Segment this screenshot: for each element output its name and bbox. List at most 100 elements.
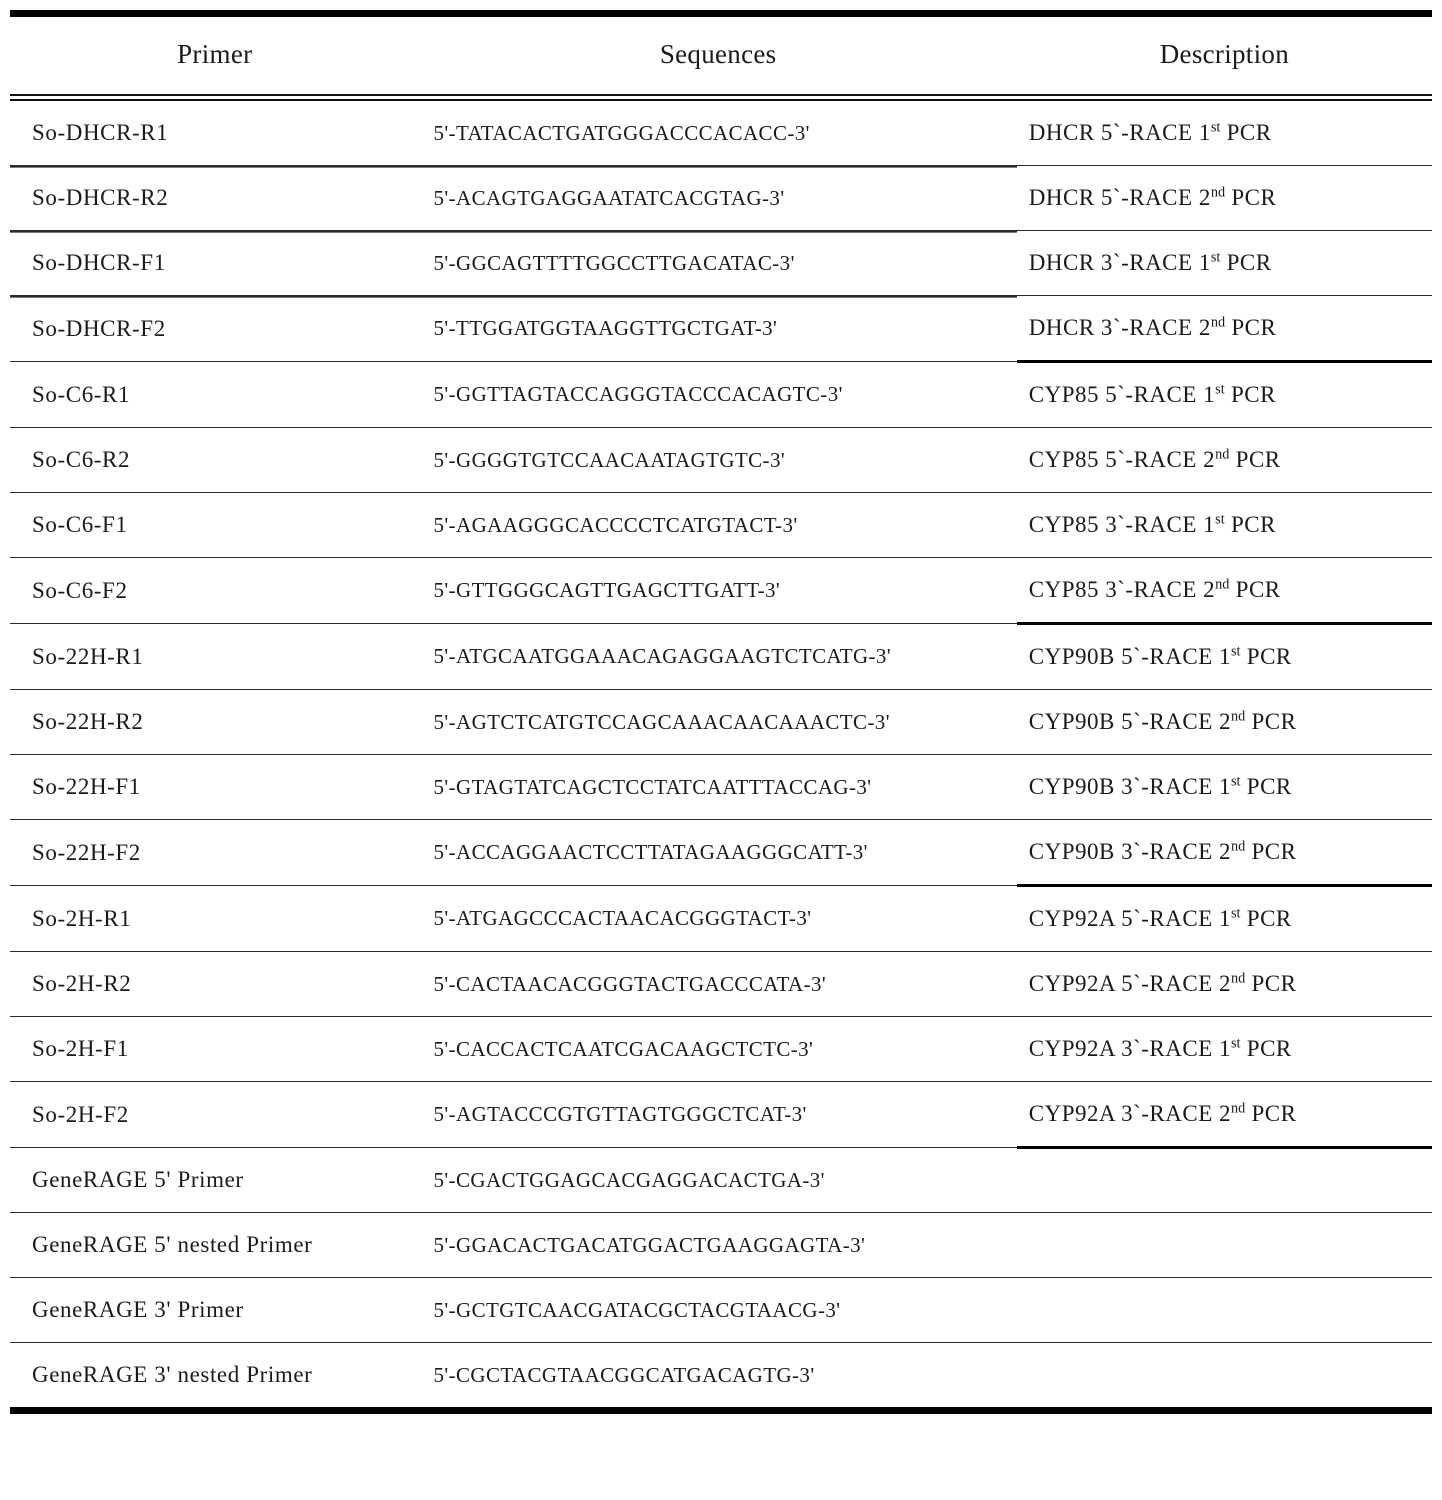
description-main: CYP85 3`-RACE 2 (1028, 577, 1216, 602)
table-row: So-DHCR-F2 5'-TTGGATGGTAAGGTTGCTGAT-3' DHC… (10, 295, 1432, 362)
sequence-cell: 5'-CGCTACGTAACGGCATGACAGTG-3' (419, 1342, 1017, 1407)
description-main: CYP92A 5`-RACE 2 (1028, 971, 1232, 996)
description-ordinal-suffix: nd (1210, 184, 1226, 201)
sequence-cell: 5'-ATGCAATGGAAACAGAGGAAGTCTCATG-3' (419, 623, 1017, 690)
column-header-primer: Primer (177, 39, 253, 69)
column-header-description: Description (1159, 39, 1290, 69)
description-cell: CYP85 5`-RACE 2nd PCR (1016, 427, 1432, 493)
sequence-text: 5'-GGCAGTTTTGGCCTTGACATAC-3' (433, 250, 795, 275)
sequence-cell: 5'-GGCAGTTTTGGCCTTGACATAC-3' (419, 230, 1017, 296)
description-main: CYP92A 3`-RACE 1 (1028, 1036, 1232, 1061)
description-tail: PCR (1220, 120, 1272, 145)
description-tail: PCR (1240, 1036, 1292, 1061)
sequence-text: 5'-GGACACTGACATGGACTGAAGGAGTA-3' (433, 1232, 866, 1257)
description-tail: PCR (1245, 839, 1297, 864)
description-ordinal-suffix: st (1215, 381, 1225, 398)
description-tail: PCR (1240, 774, 1292, 799)
primer-name-cell: So-C6-F2 (10, 557, 420, 624)
sequence-cell: 5'-AGAAGGGCACCCCTCATGTACT-3' (419, 492, 1017, 558)
primer-table: Primer Sequences Description So-DHCR-R1 5… (10, 17, 1432, 1407)
sequence-cell: 5'-AGTCTCATGTCCAGCAAACAACAAACTC-3' (419, 689, 1017, 755)
table-row: So-C6-R2 5'-GGGGTGTCCAACAATAGTGTC-3' CYP85… (10, 427, 1432, 493)
sequence-text: 5'-AGTCTCATGTCCAGCAAACAACAAACTC-3' (433, 709, 890, 734)
primer-name-cell: So-2H-R2 (10, 951, 420, 1017)
primer-name-cell: GeneRAGE 5' nested Primer (10, 1212, 420, 1278)
primer-name-cell: So-22H-R1 (10, 623, 420, 690)
description-main: DHCR 3`-RACE 1 (1028, 250, 1211, 275)
description-cell: CYP92A 3`-RACE 2nd PCR (1016, 1081, 1432, 1148)
sequence-cell: 5'-ACAGTGAGGAATATCACGTAG-3' (419, 165, 1017, 231)
primer-name-cell: So-22H-R2 (10, 689, 420, 755)
table-row: So-C6-R1 5'-GGTTAGTACCAGGGTACCCACAGTC-3' C… (10, 360, 1432, 428)
sequence-cell: 5'-GTAGTATCAGCTCCTATCAATTTACCAG-3' (419, 754, 1017, 820)
description-main: DHCR 3`-RACE 2 (1028, 315, 1211, 340)
description-cell: CYP90B 3`-RACE 2nd PCR (1016, 819, 1432, 886)
description-tail: PCR (1240, 644, 1292, 669)
primer-name-cell: So-DHCR-F2 (10, 295, 420, 362)
description-ordinal-suffix: nd (1231, 1100, 1246, 1117)
table-row: GeneRAGE 3' nested Primer 5'-CGCTACGTAACG… (10, 1342, 1432, 1407)
primer-name-cell: So-DHCR-F1 (10, 230, 420, 296)
description-tail: PCR (1225, 315, 1277, 340)
table-row: So-22H-R1 5'-ATGCAATGGAAACAGAGGAAGTCTCATG… (10, 622, 1432, 690)
table-row: GeneRAGE 3' Primer 5'-GCTGTCAACGATACGCTAC… (10, 1277, 1432, 1343)
sequence-text: 5'-CGCTACGTAACGGCATGACAGTG-3' (433, 1362, 815, 1387)
description-ordinal-suffix: st (1231, 643, 1241, 660)
primer-name-cell: GeneRAGE 5' Primer (10, 1147, 420, 1213)
sequence-text: 5'-AGTACCCGTGTTAGTGGGCTCAT-3' (433, 1102, 807, 1126)
table-row: So-2H-F2 5'-AGTACCCGTGTTAGTGGGCTCAT-3' CYP… (10, 1081, 1432, 1148)
description-ordinal-suffix: st (1210, 119, 1221, 136)
description-cell (1016, 1277, 1432, 1343)
description-tail: PCR (1224, 512, 1276, 537)
sequence-cell: 5'-ACCAGGAACTCCTTATAGAAGGGCATT-3' (419, 819, 1017, 886)
description-cell: DHCR 5`-RACE 1st PCR (1017, 100, 1432, 166)
description-cell (1016, 1146, 1432, 1213)
description-ordinal-suffix: nd (1231, 708, 1246, 725)
description-cell: CYP85 3`-RACE 2nd PCR (1016, 557, 1432, 624)
sequence-cell: 5'-GTTGGGCAGTTGAGCTTGATT-3' (419, 557, 1017, 624)
description-cell: CYP85 5`-RACE 1st PCR (1016, 360, 1432, 428)
description-cell: DHCR 5`-RACE 2nd PCR (1016, 165, 1432, 231)
description-main: CYP90B 5`-RACE 2 (1028, 709, 1232, 734)
description-main: DHCR 5`-RACE 2 (1028, 185, 1211, 210)
table-top-rule (10, 10, 1432, 17)
description-cell: DHCR 3`-RACE 1st PCR (1016, 230, 1432, 296)
sequence-text: 5'-CACTAACACGGGTACTGACCCATA-3' (433, 971, 827, 996)
description-ordinal-suffix: nd (1215, 576, 1230, 593)
description-tail: PCR (1240, 906, 1292, 931)
sequence-text: 5'-ACCAGGAACTCCTTATAGAAGGGCATT-3' (433, 840, 868, 864)
table-row: So-2H-F1 5'-CACCACTCAATCGACAAGCTCTC-3' CYP… (10, 1016, 1432, 1082)
description-tail: PCR (1229, 447, 1281, 472)
table-row: So-22H-F1 5'-GTAGTATCAGCTCCTATCAATTTACCAG… (10, 754, 1432, 820)
description-cell: CYP90B 5`-RACE 1st PCR (1016, 622, 1432, 690)
description-tail: PCR (1229, 577, 1281, 602)
table-row: GeneRAGE 5' nested Primer 5'-GGACACTGACAT… (10, 1212, 1432, 1278)
description-tail: PCR (1245, 1101, 1297, 1126)
sequence-text: 5'-ACAGTGAGGAATATCACGTAG-3' (433, 185, 785, 210)
description-tail: PCR (1220, 250, 1272, 275)
sequence-cell: 5'-CACTAACACGGGTACTGACCCATA-3' (419, 951, 1017, 1017)
sequence-cell: 5'-ATGAGCCCACTAACACGGGTACT-3' (419, 885, 1017, 952)
primer-name-cell: So-DHCR-R1 (32, 120, 169, 145)
sequence-text: 5'-CACCACTCAATCGACAAGCTCTC-3' (433, 1036, 814, 1061)
description-cell: CYP92A 5`-RACE 1st PCR (1016, 884, 1432, 952)
primer-name-cell: So-C6-F1 (10, 492, 420, 558)
description-cell: CYP85 3`-RACE 1st PCR (1016, 492, 1432, 558)
description-cell: DHCR 3`-RACE 2nd PCR (1016, 295, 1432, 362)
description-cell (1016, 1212, 1432, 1278)
sequence-text: 5'-CGACTGGAGCACGAGGACACTGA-3' (433, 1167, 825, 1192)
sequence-text: 5'-ATGAGCCCACTAACACGGGTACT-3' (433, 906, 812, 930)
sequence-cell: 5'-TTGGATGGTAAGGTTGCTGAT-3' (419, 295, 1017, 362)
sequence-cell: 5'-TATACACTGATGGGACCCACACC-3' (420, 100, 1017, 166)
primer-name-cell: So-22H-F1 (10, 754, 420, 820)
sequence-text: 5'-GTAGTATCAGCTCCTATCAATTTACCAG-3' (433, 774, 872, 799)
description-main: CYP90B 3`-RACE 1 (1028, 774, 1232, 799)
table-row: GeneRAGE 5' Primer 5'-CGACTGGAGCACGAGGACA… (10, 1146, 1432, 1213)
sequence-cell: 5'-GCTGTCAACGATACGCTACGTAACG-3' (419, 1277, 1017, 1343)
description-ordinal-suffix: nd (1210, 314, 1226, 331)
sequence-cell: 5'-CACCACTCAATCGACAAGCTCTC-3' (419, 1016, 1017, 1082)
table-row: So-DHCR-F1 5'-GGCAGTTTTGGCCTTGACATAC-3' DH… (10, 230, 1432, 296)
table-row: So-22H-R2 5'-AGTCTCATGTCCAGCAAACAACAAACTC… (10, 689, 1432, 755)
sequence-text: 5'-TTGGATGGTAAGGTTGCTGAT-3' (433, 316, 778, 340)
sequence-cell: 5'-GGGGTGTCCAACAATAGTGTC-3' (419, 427, 1017, 493)
